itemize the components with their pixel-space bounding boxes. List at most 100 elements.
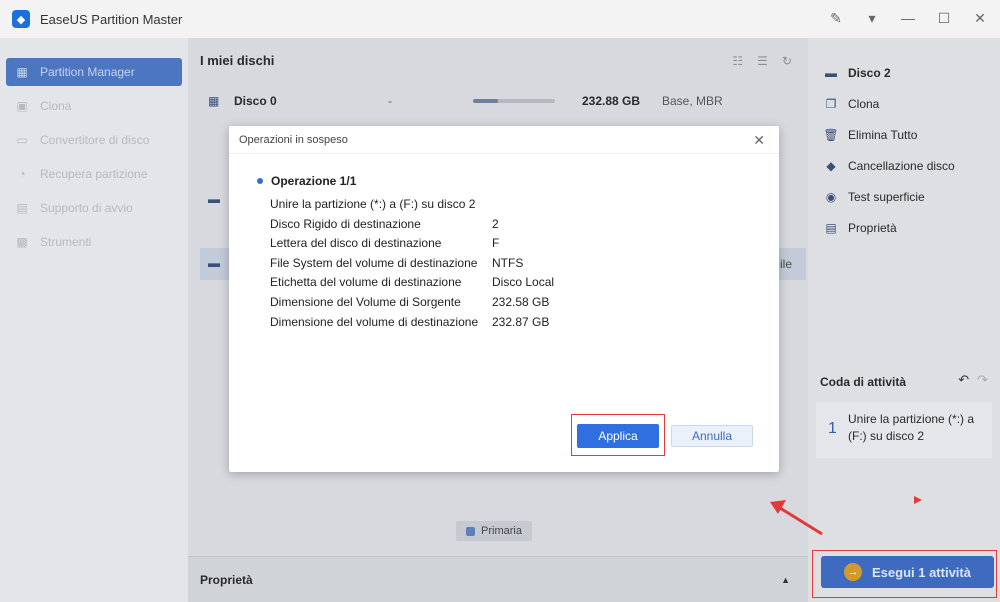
disk-icon: ▦ [208, 94, 220, 108]
execute-label: Esegui 1 attività [872, 564, 971, 580]
redo-icon[interactable]: ↷ [977, 372, 988, 388]
close-window-icon[interactable]: ✕ [972, 10, 988, 27]
detail-key: Disco Rigido di destinazione [270, 217, 421, 231]
disk-size: 232.88 GB [582, 94, 641, 108]
apply-button[interactable]: Applica [577, 424, 659, 448]
sidebar-item-label: Supporto di avvio [40, 201, 133, 215]
right-panel: ▬ Disco 2 ❐ Clona 🗑 Elimina Tutto ◆ Canc… [808, 38, 1000, 602]
detail-value: Disco Local [492, 275, 555, 289]
detail-key: Dimensione del volume di destinazione [270, 315, 479, 329]
arrow-right-icon: → [844, 563, 862, 581]
disk-usage-bar [473, 99, 555, 103]
action-label: Cancellazione disco [848, 159, 955, 173]
disk-label: Disco 2 [848, 66, 891, 80]
detail-value: 2 [492, 217, 499, 231]
sidebar-item-recover[interactable]: ◔ Recupera partizione [6, 160, 182, 188]
legend-swatch [466, 526, 475, 536]
legend-primary: Primaria [456, 521, 532, 541]
detail-value: 232.58 GB [492, 295, 550, 309]
properties-icon: ▤ [825, 221, 837, 235]
execute-highlight: → Esegui 1 attività [812, 550, 997, 598]
sidebar-item-label: Partition Manager [40, 65, 135, 79]
disk-2-header: ▬ Disco 2 [824, 66, 891, 80]
queue-item[interactable]: 1 Unire la partizione (*:) a (F:) su dis… [816, 402, 992, 458]
action-clone[interactable]: ❐ Clona [824, 97, 880, 111]
action-delete-all[interactable]: 🗑 Elimina Tutto [823, 128, 918, 142]
action-label: Clona [848, 97, 880, 111]
execute-button[interactable]: → Esegui 1 attività [821, 556, 994, 588]
refresh-icon[interactable]: ↻ [782, 54, 792, 68]
eraser-icon: ◆ [826, 159, 836, 173]
sidebar-item-label: Convertitore di disco [40, 133, 150, 147]
sidebar-item-clone[interactable]: ▣ Clona [6, 92, 182, 120]
trash-icon: 🗑 [823, 128, 839, 142]
operation-title: Operazione 1/1 [271, 174, 357, 188]
sidebar-item-label: Strumenti [40, 235, 92, 249]
grid-view-icon[interactable]: ☷ [732, 54, 743, 68]
feedback-icon[interactable]: ✎ [828, 10, 844, 27]
detail-key: Dimensione del Volume di Sorgente [270, 295, 461, 309]
caret-up-icon: ▲ [781, 574, 790, 585]
cancel-button[interactable]: Annulla [671, 425, 753, 447]
convert-icon: ▭ [16, 133, 28, 147]
action-label: Test superficie [848, 190, 925, 204]
queue-item-text: Unire la partizione (*:) a (F:) su disco… [848, 412, 975, 443]
close-icon[interactable]: ✕ [753, 132, 765, 149]
surface-test-icon: ◉ [825, 190, 837, 204]
list-view-icon[interactable]: ☰ [757, 54, 768, 68]
properties-panel-toggle[interactable]: Proprietà ▲ [188, 556, 808, 602]
sidebar-item-label: Clona [40, 99, 72, 113]
detail-key: Etichetta del volume di destinazione [270, 275, 462, 289]
maximize-icon[interactable]: ☐ [936, 10, 952, 27]
queue-title: Coda di attività [820, 375, 907, 389]
action-wipe-disk[interactable]: ◆ Cancellazione disco [824, 159, 955, 173]
undo-icon[interactable]: ↶ [958, 372, 969, 388]
operation-description: Unire la partizione (*:) a (F:) su disco… [270, 197, 476, 211]
clone-icon: ▣ [16, 99, 28, 113]
disk-icon: ▬ [825, 66, 837, 80]
action-label: Proprietà [848, 221, 897, 235]
clone-icon: ❐ [825, 97, 837, 111]
detail-key: File System del volume di destinazione [270, 256, 478, 270]
app-logo-icon: ◆ [12, 10, 30, 28]
window-controls: ✎ ▾ — ☐ ✕ [828, 10, 988, 27]
bullet-icon [257, 178, 263, 184]
legend-label: Primaria [481, 525, 522, 537]
disk-icon: ▬ [208, 256, 220, 270]
recover-icon: ◔ [18, 167, 26, 181]
view-toggle: ☷ ☰ ↻ [732, 54, 792, 68]
detail-value: NTFS [492, 256, 524, 270]
sidebar-item-label: Recupera partizione [40, 167, 148, 181]
detail-value: 232.87 GB [492, 315, 550, 329]
sidebar-item-tools[interactable]: ▩ Strumenti [6, 228, 182, 256]
sidebar-item-boot-media[interactable]: ▤ Supporto di avvio [6, 194, 182, 222]
queue-controls: ↶ ↷ [958, 372, 988, 388]
row-text-fragment: ile [779, 257, 792, 271]
app-title: EaseUS Partition Master [40, 11, 183, 27]
tools-icon: ▩ [16, 235, 28, 249]
apply-highlight: Applica [571, 414, 665, 456]
sidebar-item-convert[interactable]: ▭ Convertitore di disco [6, 126, 182, 154]
action-properties[interactable]: ▤ Proprietà [824, 221, 897, 235]
minimize-icon[interactable]: — [900, 10, 916, 27]
dialog-title: Operazioni in sospeso [229, 126, 779, 154]
page-title: I miei dischi [200, 52, 275, 68]
pending-operations-dialog: Operazioni in sospeso ✕ Operazione 1/1 U… [229, 126, 779, 472]
detail-value: F [492, 236, 500, 250]
properties-label: Proprietà [200, 572, 253, 587]
action-label: Elimina Tutto [848, 128, 918, 142]
disk-name: Disco 0 [234, 94, 277, 108]
disk-dash: - [388, 94, 392, 108]
disk-row[interactable]: ▦ Disco 0 - 232.88 GB Base, MBR [188, 84, 808, 118]
sidebar-item-partition-manager[interactable]: ▦ Partition Manager [6, 58, 182, 86]
disk-type: Base, MBR [662, 94, 723, 108]
queue-item-number: 1 [828, 420, 837, 437]
boot-media-icon: ▤ [16, 201, 28, 215]
title-bar: ◆ EaseUS Partition Master ✎ ▾ — ☐ ✕ [0, 0, 1000, 38]
menu-icon[interactable]: ▾ [864, 10, 880, 27]
sidebar: ▦ Partition Manager ▣ Clona ▭ Convertito… [0, 38, 188, 602]
action-surface-test[interactable]: ◉ Test superficie [824, 190, 925, 204]
detail-key: Lettera del disco di destinazione [270, 236, 442, 250]
partition-icon: ▦ [16, 65, 28, 79]
operation-heading: Operazione 1/1 [257, 174, 356, 188]
